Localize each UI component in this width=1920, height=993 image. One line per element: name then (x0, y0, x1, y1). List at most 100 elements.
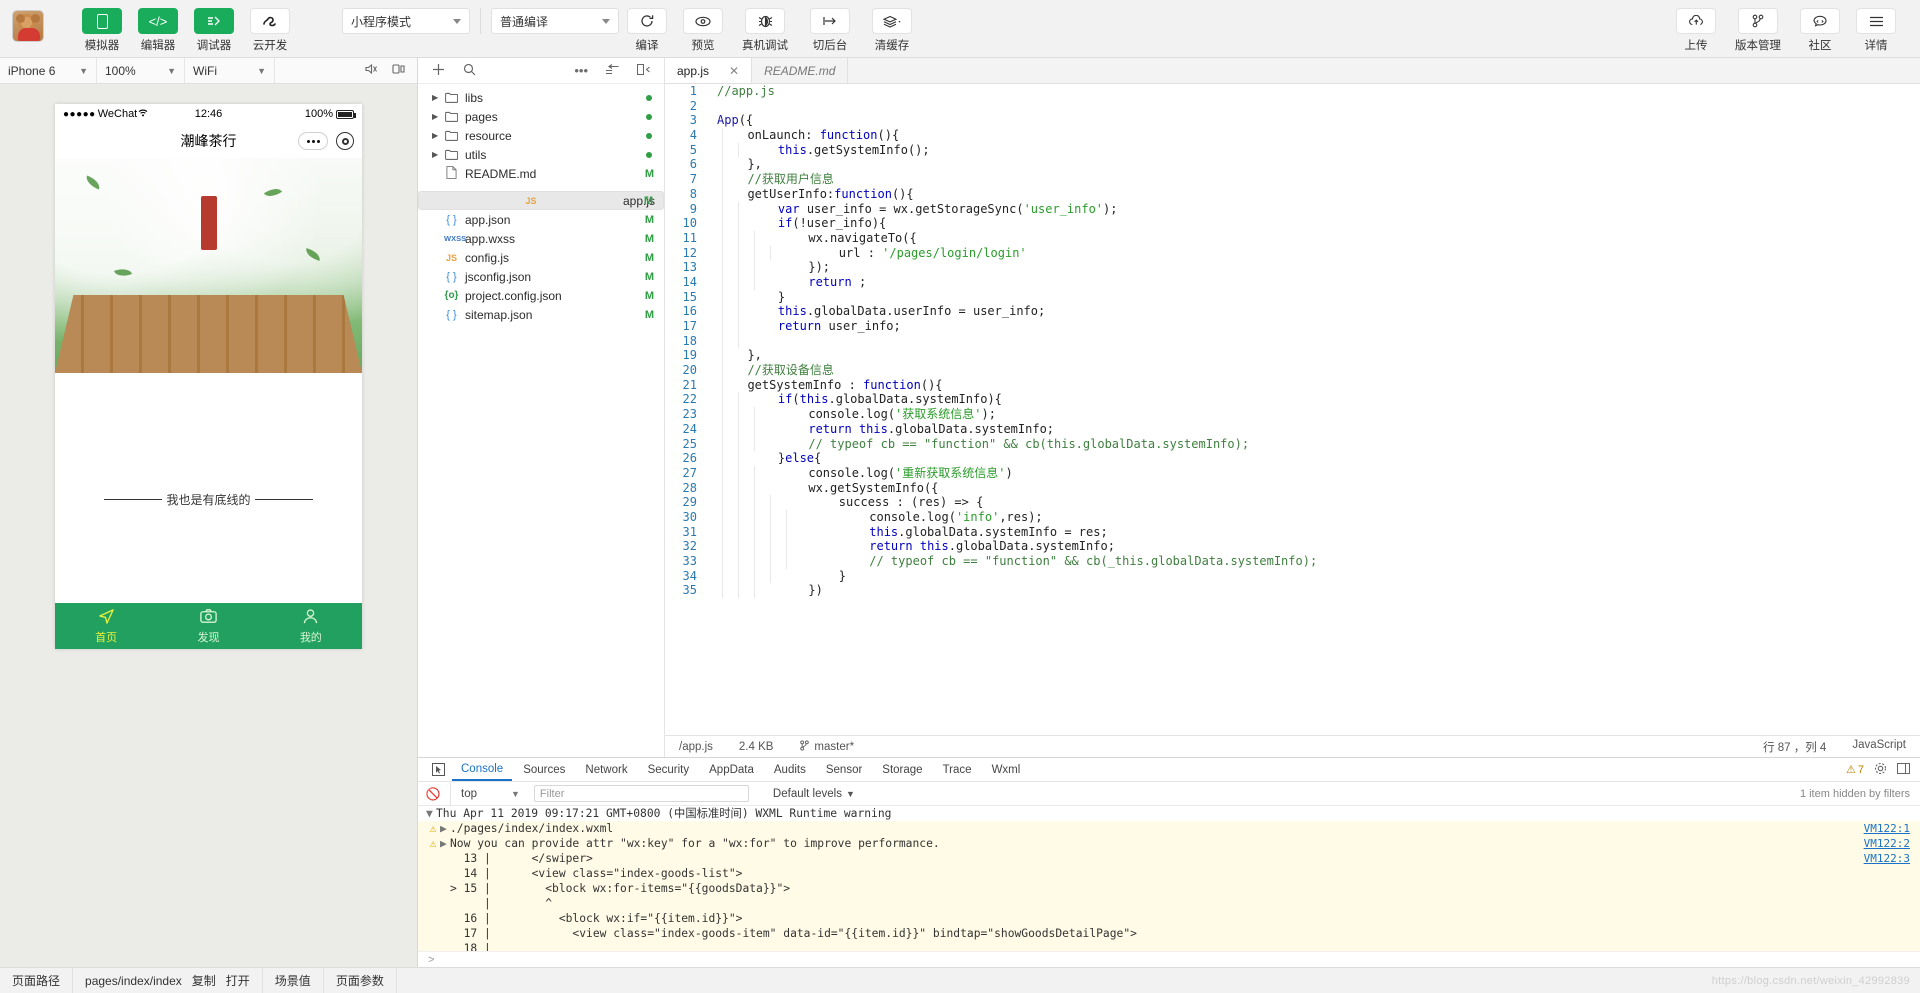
file-tree-list: ▶ libs ▶ pages ▶ resource ▶ utils README.md M JS ap… (418, 84, 664, 757)
open-button[interactable]: 打开 (226, 972, 250, 989)
close-circle-icon[interactable] (336, 132, 354, 150)
more-icon[interactable]: ••• (574, 63, 588, 78)
console-tab-sources[interactable]: Sources (514, 758, 574, 781)
phone-tab-discover[interactable]: 发现 (157, 603, 259, 649)
console-levels-select[interactable]: Default levels ▼ (773, 788, 855, 800)
file-tree-item-app-wxss[interactable]: WXSS app.wxss M (418, 229, 664, 248)
console-tab-appdata[interactable]: AppData (700, 758, 763, 781)
console-tab-trace[interactable]: Trace (934, 758, 981, 781)
console-source-link[interactable]: VM122:2 (1864, 836, 1910, 851)
mode-select[interactable]: 小程序模式 (342, 8, 470, 34)
toolbar-button-community[interactable]: 社区 (1798, 0, 1842, 53)
expand-icon[interactable]: ▼ (426, 806, 436, 821)
phone-tab-mine[interactable]: 我的 (260, 603, 362, 649)
line-number: 31 (682, 524, 697, 539)
expand-icon[interactable]: ▶ (440, 821, 450, 836)
rotate-icon[interactable] (392, 63, 405, 78)
console-prompt[interactable]: > (418, 951, 1920, 967)
code-line: 33 // typeof cb == "function" && cb(_thi… (665, 554, 1920, 569)
layout-icon[interactable] (637, 63, 650, 78)
page-params-tab[interactable]: 页面参数 (324, 968, 397, 993)
phone-tab-home[interactable]: 首页 (55, 603, 157, 649)
console-tab-console[interactable]: Console (452, 758, 513, 781)
close-icon[interactable]: ✕ (729, 64, 739, 78)
status-branch[interactable]: master* (814, 741, 854, 753)
chevron-right-icon[interactable]: ▶ (432, 150, 444, 159)
clear-console-icon[interactable]: 🚫 (424, 787, 442, 801)
toolbar-button-editor[interactable]: </> 编辑器 (136, 0, 180, 53)
expand-icon[interactable]: ▶ (440, 836, 450, 851)
toolbar-button-compile[interactable]: 编译 (625, 0, 669, 53)
wechat-capsule[interactable] (298, 132, 354, 150)
inspect-element-icon[interactable] (426, 763, 450, 776)
toolbar-button-simulator[interactable]: 模拟器 (80, 0, 124, 53)
editor-top: ••• ▶ libs ▶ pages ▶ resource ▶ utils README.md M… (418, 58, 1920, 757)
editor-status-bar: /app.js 2.4 KB master* 行 87 ，列 4 JavaScr… (665, 735, 1920, 757)
network-select[interactable]: WiFi ▼ (185, 58, 275, 83)
zoom-select[interactable]: 100% ▼ (97, 58, 185, 83)
copy-button[interactable]: 复制 (192, 972, 216, 989)
console-filter-input[interactable]: Filter (533, 785, 749, 802)
code-line: 31 this.globalData.systemInfo = res; (665, 524, 1920, 540)
file-tree-item-pages[interactable]: ▶ pages (418, 107, 664, 126)
collapse-icon[interactable] (606, 63, 619, 78)
status-language[interactable]: JavaScript (1852, 739, 1906, 755)
console-tab-security[interactable]: Security (639, 758, 699, 781)
console-tab-sensor[interactable]: Sensor (817, 758, 871, 781)
add-icon[interactable] (432, 63, 445, 79)
editor-tab-appjs[interactable]: app.js ✕ (665, 58, 753, 83)
toolbar-button-cloud-dev[interactable]: 云开发 (248, 0, 292, 53)
toolbar-right-group: 上传 版本管理 社区 详情 (1668, 0, 1904, 53)
gear-icon[interactable] (1874, 762, 1887, 778)
file-tree-item-app-json[interactable]: { } app.json M (418, 210, 664, 229)
file-tree-item-resource[interactable]: ▶ resource (418, 126, 664, 145)
toolbar-button-version[interactable]: 版本管理 (1730, 0, 1786, 53)
editor-tab-readme[interactable]: README.md (752, 58, 849, 83)
code-line: 26 }else{ (665, 451, 1920, 466)
file-tree-item-jsconfig-json[interactable]: { } jsconfig.json M (418, 267, 664, 286)
console-log[interactable]: ▼ Thu Apr 11 2019 09:17:21 GMT+0800 (中国标准… (418, 806, 1920, 951)
line-number: 22 (682, 392, 697, 407)
console-tab-wxml[interactable]: Wxml (983, 758, 1030, 781)
panel-layout-icon[interactable] (1897, 762, 1910, 777)
scene-value-tab[interactable]: 场景值 (261, 968, 324, 993)
console-tab-network[interactable]: Network (576, 758, 636, 781)
console-tab-audits[interactable]: Audits (765, 758, 815, 781)
toolbar-button-clear-cache[interactable]: 清缓存 (867, 0, 917, 53)
chevron-right-icon[interactable]: ▶ (432, 131, 444, 140)
file-tree-item-project-config-json[interactable]: {o} project.config.json M (418, 286, 664, 305)
file-tree-item-config-js[interactable]: JS config.js M (418, 248, 664, 267)
user-avatar[interactable] (12, 10, 44, 42)
toolbar-button-background[interactable]: 切后台 (805, 0, 855, 53)
warning-badge[interactable]: ⚠ 7 (1846, 763, 1864, 777)
toolbar-button-details[interactable]: 详情 (1854, 0, 1898, 53)
toolbar-button-real-device-debug[interactable]: 真机调试 (737, 0, 793, 53)
compile-select[interactable]: 普通编译 (491, 8, 619, 34)
chevron-right-icon[interactable]: ▶ (432, 112, 444, 121)
code-text: return this.globalData.systemInfo; (869, 539, 1115, 554)
toolbar-button-upload[interactable]: 上传 (1674, 0, 1718, 53)
line-number: 2 (689, 98, 697, 113)
console-source-link[interactable]: VM122:3 (1864, 851, 1910, 866)
file-tree-item-utils[interactable]: ▶ utils (418, 145, 664, 164)
console-context-select[interactable]: top ▼ (450, 781, 526, 806)
file-tree-item-sitemap-json[interactable]: { } sitemap.json M (418, 305, 664, 324)
file-tree-item-app-js[interactable]: JS app.js M (418, 191, 664, 210)
toolbar-button-preview[interactable]: 预览 (681, 0, 725, 53)
code-text: return this.globalData.systemInfo; (808, 421, 1055, 436)
mute-icon[interactable] (365, 63, 378, 78)
console-hidden-note-wrap: 1 item hidden by filters (1800, 788, 1920, 800)
more-dots-icon[interactable] (298, 132, 328, 150)
bottom-status-bar: 页面路径 pages/index/index 复制 打开 场景值 页面参数 ht… (0, 967, 1920, 993)
device-select[interactable]: iPhone 6 ▼ (0, 58, 97, 83)
search-icon[interactable] (463, 63, 476, 79)
console-source-link[interactable]: VM122:1 (1864, 821, 1910, 836)
toolbar-button-compile-label: 编译 (635, 40, 659, 52)
chevron-right-icon[interactable]: ▶ (432, 93, 444, 102)
file-tree-item-README-md[interactable]: README.md M (418, 164, 664, 183)
file-tree-item-libs[interactable]: ▶ libs (418, 88, 664, 107)
toolbar-button-debugger[interactable]: 调试器 (192, 0, 236, 53)
code-editor[interactable]: 1//app.js 2 3 App({4 onLaunch: function(){… (665, 84, 1920, 735)
console-tab-storage[interactable]: Storage (873, 758, 931, 781)
console-log-text: 13 | </swiper> (450, 852, 593, 865)
